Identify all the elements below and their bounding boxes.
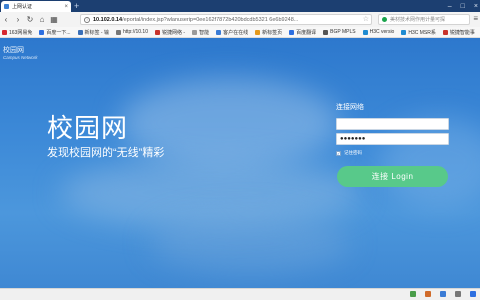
bookmarks-bar: 163网易免 百度一下... 新标签 - 输 http://10.10 锐捷网络 - 智… — [0, 27, 480, 38]
bookmark-favicon-icon — [77, 29, 83, 35]
bookmark-item[interactable]: H3C versio — [362, 29, 395, 35]
search-box[interactable]: 美材技术网作用计量可探 — [378, 14, 470, 25]
status-tray-icon[interactable] — [440, 291, 446, 297]
minimize-button[interactable]: – — [448, 3, 452, 10]
bookmark-favicon-icon — [216, 29, 222, 35]
login-title: 连接网络 — [336, 104, 364, 111]
bookmark-favicon-icon — [2, 29, 7, 35]
background-haze — [150, 213, 350, 273]
bookmark-favicon-icon — [442, 29, 448, 35]
close-window-button[interactable]: × — [474, 3, 478, 10]
bookmark-item[interactable]: 百度翻译 — [289, 29, 316, 36]
bookmark-item[interactable]: 锐捷智能事 — [442, 29, 475, 36]
window-controls: – □ × — [448, 0, 478, 12]
bookmark-item[interactable]: http://10.10 — [115, 29, 148, 35]
tab-close-icon[interactable]: × — [64, 4, 68, 10]
bookmark-label: 锐捷网络 - — [162, 29, 186, 36]
back-button[interactable]: ‹ — [0, 15, 12, 24]
bookmark-label: 新标签 - 输 — [84, 29, 109, 36]
status-tray-icon[interactable] — [425, 291, 431, 297]
search-placeholder: 美材技术网作用计量可探 — [390, 17, 446, 23]
bookmark-label: BGP MPLS — [330, 29, 356, 35]
bookmark-item[interactable]: 智能 — [192, 29, 209, 36]
bookmark-favicon-icon — [39, 29, 45, 35]
reload-button[interactable]: ↻ — [24, 15, 36, 24]
bookmark-label: 百度一下... — [46, 29, 71, 36]
bookmark-item[interactable]: 锐捷网络 - — [155, 29, 185, 36]
tab-portal[interactable]: 上网认证 × — [1, 1, 71, 12]
bookmark-label: 客户在在线 — [223, 29, 249, 36]
bookmark-favicon-icon — [401, 29, 407, 35]
bookmark-label: http://10.10 — [122, 29, 148, 35]
bookmark-favicon-icon — [362, 29, 368, 35]
browser-toolbar: ‹ › ↻ ⌂ ▦ ! 10.102.0.14 /eportal/index.j… — [0, 12, 480, 27]
search-engine-icon — [382, 17, 387, 22]
bookmark-favicon-icon — [155, 29, 160, 35]
background-haze — [380, 118, 480, 208]
hero-subtitle: 发现校园网的“无线”精彩 — [47, 147, 165, 159]
bookmark-label: 智能 — [199, 29, 210, 36]
security-warning-icon[interactable]: ! — [84, 16, 90, 23]
new-tab-button[interactable]: + — [74, 1, 79, 11]
bookmark-item[interactable]: 163网易免 — [2, 29, 32, 36]
status-icons — [410, 291, 476, 297]
apps-button[interactable]: ▦ — [48, 15, 60, 24]
bookmark-star-icon[interactable]: ☆ — [362, 16, 369, 24]
maximize-button[interactable]: □ — [461, 3, 465, 10]
portal-page: 校园网 Campus Network 校园网 发现校园网的“无线”精彩 连接网络… — [0, 38, 480, 288]
address-bar[interactable]: ! 10.102.0.14 /eportal/index.jsp?wlanuse… — [80, 14, 372, 25]
status-tray-icon[interactable] — [455, 291, 461, 297]
home-button[interactable]: ⌂ — [36, 15, 48, 24]
bookmark-label: 百度翻译 — [296, 29, 317, 36]
url-host: 10.102.0.14 — [93, 16, 123, 23]
bookmark-favicon-icon — [289, 29, 295, 35]
password-field[interactable] — [336, 133, 449, 145]
bookmark-item[interactable]: 新标签 - 输 — [77, 29, 109, 36]
bookmark-label: 163网易免 — [9, 29, 33, 36]
forward-button[interactable]: › — [12, 15, 24, 24]
bookmark-item[interactable]: 新标签页 — [255, 29, 282, 36]
hero-title: 校园网 — [47, 113, 129, 143]
status-bar — [0, 288, 480, 300]
remember-password[interactable]: ✓ 记住密码 — [336, 150, 362, 156]
username-field[interactable] — [336, 118, 449, 130]
bookmark-favicon-icon — [323, 29, 329, 35]
brand-subtitle: Campus Network — [3, 55, 38, 60]
bookmark-favicon-icon — [255, 29, 261, 35]
url-path: /eportal/index.jsp?wlanuserip=0ee162f787… — [122, 16, 299, 23]
login-button[interactable]: 连接 Login — [337, 166, 448, 187]
bookmark-label: 锐捷智能事 — [449, 29, 475, 36]
bookmark-item[interactable]: H3C MSR系 — [401, 29, 436, 36]
bookmark-favicon-icon — [192, 29, 198, 35]
bookmark-favicon-icon — [115, 29, 121, 35]
brand-logo: 校园网 Campus Network — [3, 47, 38, 60]
status-tray-icon[interactable] — [470, 291, 476, 297]
bookmark-item[interactable]: 客户在在线 — [216, 29, 248, 36]
bookmark-label: 新标签页 — [262, 29, 283, 36]
status-tray-icon[interactable] — [410, 291, 416, 297]
menu-icon[interactable]: ≡ — [473, 14, 478, 24]
bookmark-item[interactable]: BGP MPLS — [323, 29, 356, 35]
remember-label: 记住密码 — [344, 150, 362, 155]
brand-name: 校园网 — [3, 47, 24, 54]
tab-title: 上网认证 — [12, 4, 33, 10]
bookmark-item[interactable]: 百度一下... — [39, 29, 71, 36]
bookmark-label: H3C versio — [369, 29, 395, 35]
favicon-icon — [4, 4, 9, 9]
remember-checkbox[interactable]: ✓ — [336, 150, 341, 156]
tab-strip: 上网认证 × + – □ × — [0, 0, 480, 12]
bookmark-label: H3C MSR系 — [408, 29, 436, 36]
